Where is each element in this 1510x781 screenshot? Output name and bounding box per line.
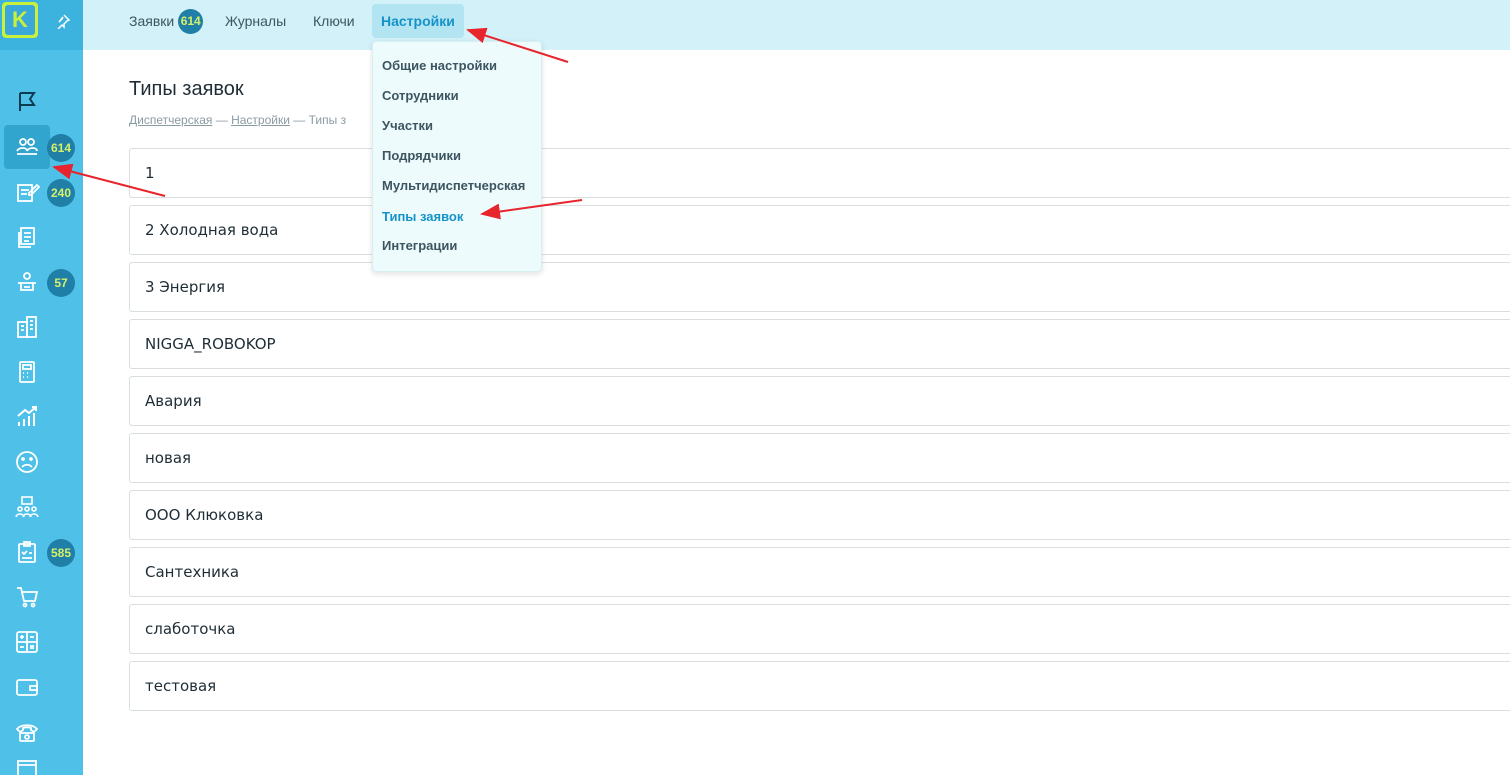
calc-grid-icon — [16, 631, 38, 653]
nav-keys[interactable]: Ключи — [313, 4, 355, 38]
requests-badge: 614 — [47, 134, 75, 162]
sidebar-item-complaints[interactable] — [4, 440, 50, 484]
logo-letter: K — [5, 5, 35, 35]
breadcrumb-settings[interactable]: Настройки — [231, 113, 290, 127]
flag-icon — [19, 92, 36, 111]
documents-icon — [18, 227, 35, 248]
breadcrumb-current: Типы з — [308, 113, 347, 127]
settings-dropdown: Общие настройки Сотрудники Участки Подря… — [372, 41, 542, 272]
list-item[interactable]: тестовая — [129, 661, 1510, 711]
edit-badge: 240 — [47, 179, 75, 207]
list-item[interactable]: NIGGA_ROBOKOP — [129, 319, 1510, 369]
sidebar-item-buildings[interactable] — [4, 305, 50, 349]
requests-icon — [16, 138, 38, 155]
nav-requests[interactable]: Заявки 614 — [129, 4, 204, 38]
list-item[interactable]: 2 Холодная вода — [129, 205, 1510, 255]
sidebar-item-checklist[interactable] — [4, 530, 50, 574]
nav-settings[interactable]: Настройки — [372, 4, 464, 38]
list-item[interactable]: 3 Энергия — [129, 262, 1510, 312]
menu-item-integrations[interactable]: Интеграции — [382, 238, 457, 253]
breadcrumb-separator: — — [215, 113, 232, 127]
sidebar-header: K — [0, 0, 83, 50]
nav-requests-label: Заявки — [129, 13, 175, 29]
sidebar-item-analytics[interactable] — [4, 395, 50, 439]
sidebar-item-worker[interactable] — [4, 260, 50, 304]
breadcrumb-dispatch[interactable]: Диспетчерская — [129, 113, 212, 127]
checklist-icon — [18, 541, 36, 563]
phone-icon — [15, 724, 39, 742]
menu-item-multidispatch[interactable]: Мультидиспетчерская — [382, 178, 525, 193]
menu-item-contractors[interactable]: Подрядчики — [382, 148, 461, 163]
wallet-icon — [16, 679, 38, 696]
team-icon — [15, 496, 39, 518]
list-item[interactable]: слаботочка — [129, 604, 1510, 654]
menu-item-request-types[interactable]: Типы заявок — [382, 209, 463, 224]
sidebar-item-accounting[interactable] — [4, 620, 50, 664]
sidebar: K 614 240 57 585 — [0, 0, 83, 778]
menu-item-employees[interactable]: Сотрудники — [382, 88, 459, 103]
sidebar-item-dispatch[interactable] — [4, 80, 50, 124]
sidebar-item-documents[interactable] — [4, 215, 50, 259]
checklist-badge: 585 — [47, 539, 75, 567]
cart-icon — [17, 587, 39, 608]
sidebar-item-requests[interactable] — [4, 125, 50, 169]
page-title: Типы заявок — [129, 78, 244, 100]
calculator-icon — [19, 361, 35, 383]
nav-journals[interactable]: Журналы — [225, 4, 286, 38]
pin-icon[interactable] — [53, 11, 73, 31]
worker-badge: 57 — [47, 269, 75, 297]
sidebar-item-team[interactable] — [4, 485, 50, 529]
sidebar-item-more[interactable] — [4, 755, 50, 778]
list-item[interactable]: 1 — [129, 148, 1510, 198]
list-item[interactable]: ООО Клюковка — [129, 490, 1510, 540]
menu-item-sites[interactable]: Участки — [382, 118, 433, 133]
nav-requests-badge: 614 — [178, 8, 204, 34]
building-icon — [17, 316, 37, 338]
list-item[interactable]: Сантехника — [129, 547, 1510, 597]
sidebar-item-phone[interactable] — [4, 710, 50, 754]
request-types-list: 1 2 Холодная вода 3 Энергия NIGGA_ROBOKO… — [129, 148, 1510, 718]
top-navigation: Заявки 614 Журналы Ключи Настройки — [83, 0, 1510, 50]
edit-document-icon — [17, 183, 40, 202]
sidebar-item-calculator[interactable] — [4, 350, 50, 394]
panel-icon — [17, 760, 37, 778]
menu-item-general-settings[interactable]: Общие настройки — [382, 58, 497, 73]
list-item[interactable]: новая — [129, 433, 1510, 483]
sad-face-icon — [16, 451, 38, 473]
analytics-icon — [17, 406, 37, 426]
breadcrumb-separator: — — [293, 113, 309, 127]
sidebar-item-shop[interactable] — [4, 575, 50, 619]
worker-icon — [18, 272, 36, 291]
app-logo[interactable]: K — [2, 2, 38, 38]
sidebar-item-wallet[interactable] — [4, 665, 50, 709]
sidebar-item-edit[interactable] — [4, 170, 50, 214]
list-item[interactable]: Авария — [129, 376, 1510, 426]
breadcrumb: Диспетчерская — Настройки — Типы з — [129, 113, 346, 127]
